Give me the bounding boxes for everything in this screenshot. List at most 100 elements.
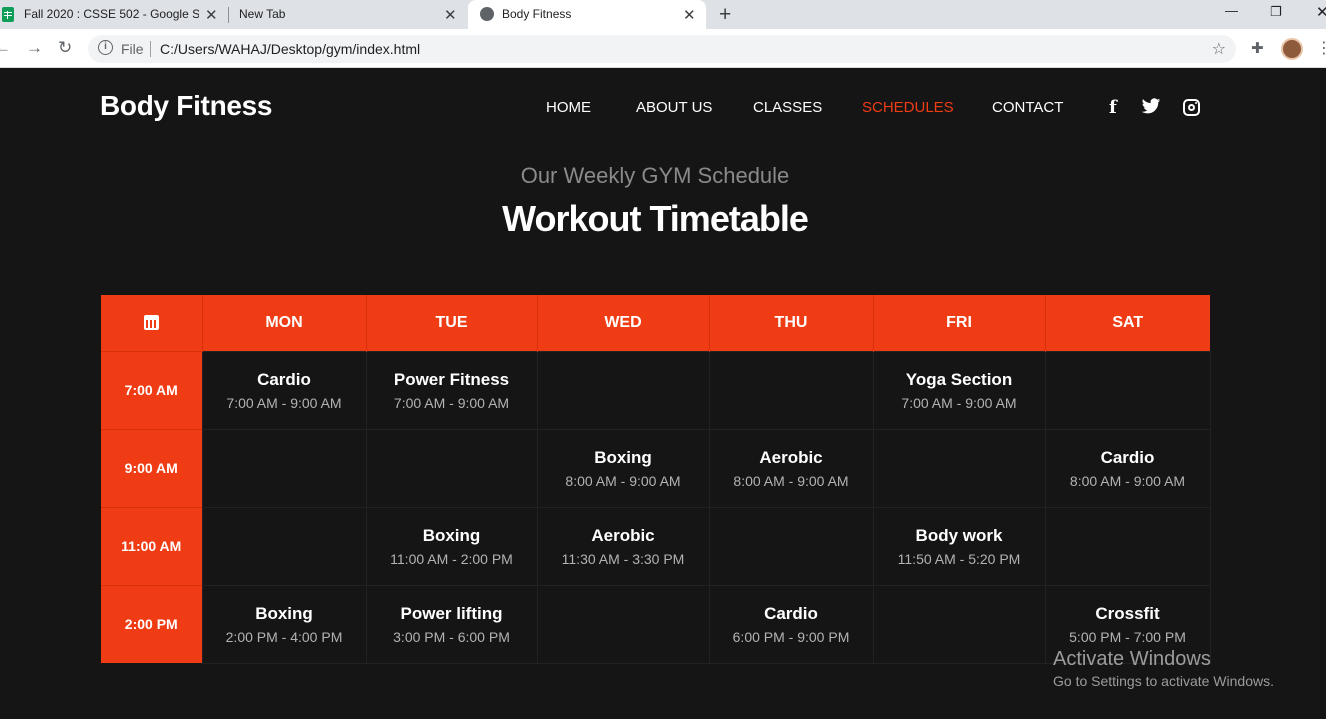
url-text[interactable]: C:/Users/WAHAJ/Desktop/gym/index.html [160, 41, 420, 57]
class-time: 8:00 AM - 9:00 AM [565, 472, 681, 489]
day-header-sat: SAT [1045, 295, 1210, 351]
menu-kebab-icon[interactable]: ⋮ [1316, 38, 1326, 58]
schedule-cell-empty [1044, 350, 1211, 430]
calendar-icon [143, 315, 159, 331]
class-name: Cardio [1100, 447, 1155, 467]
time-slot-cell: 11:00 AM [101, 506, 202, 585]
class-time: 8:00 AM - 9:00 AM [733, 472, 849, 489]
back-arrow-icon[interactable]: ← [0, 38, 11, 58]
activate-windows-subtitle: Go to Settings to activate Windows. [1053, 673, 1274, 689]
nav-home[interactable]: HOME [546, 99, 591, 116]
tab-title: New Tab [239, 7, 286, 21]
class-name: Boxing [594, 447, 652, 467]
day-header-thu: THU [709, 295, 874, 351]
schedule-cell[interactable]: Cardio 6:00 PM - 9:00 PM [708, 584, 874, 664]
schedule-cell-empty [708, 506, 874, 586]
class-name: Boxing [255, 603, 313, 623]
schedule-cell-empty [872, 428, 1046, 508]
day-header-tue: TUE [366, 295, 538, 351]
schedule-cell[interactable]: Aerobic 11:30 AM - 3:30 PM [536, 506, 710, 586]
table-header-row: MON TUE WED THU FRI SAT [101, 295, 1210, 351]
browser-tab-strip: Fall 2020 : CSSE 502 - Google She ✕ New … [0, 0, 1326, 29]
profile-avatar[interactable] [1281, 38, 1303, 60]
tab-google-sheets[interactable]: Fall 2020 : CSSE 502 - Google She ✕ [0, 0, 226, 29]
bookmark-star-icon[interactable]: ☆ [1212, 39, 1226, 59]
class-name: Crossfit [1095, 603, 1160, 623]
schedule-cell[interactable]: Boxing 8:00 AM - 9:00 AM [536, 428, 710, 508]
schedule-cell[interactable]: Body work 11:50 AM - 5:20 PM [872, 506, 1046, 586]
class-time: 7:00 AM - 9:00 AM [226, 394, 342, 411]
table-row: 7:00 AM Cardio 7:00 AM - 9:00 AM Power Fi… [101, 350, 1211, 430]
class-name: Cardio [764, 603, 818, 623]
schedule-cell[interactable]: Power Fitness 7:00 AM - 9:00 AM [365, 350, 538, 430]
site-logo[interactable]: Body Fitness [100, 90, 273, 122]
day-header-fri: FRI [873, 295, 1046, 351]
class-time: 7:00 AM - 9:00 AM [901, 394, 1017, 411]
time-slot-cell: 9:00 AM [101, 428, 202, 507]
schedule-table: MON TUE WED THU FRI SAT 7:00 AM Cardio 7:… [101, 295, 1211, 664]
nav-about-us[interactable]: ABOUT US [636, 99, 712, 116]
class-name: Boxing [422, 525, 481, 545]
schedule-cell-empty [536, 584, 710, 664]
schedule-cell[interactable]: Boxing 2:00 PM - 4:00 PM [201, 584, 367, 664]
close-window-icon[interactable]: ✕ [1316, 3, 1326, 21]
extensions-puzzle-icon[interactable]: ✚ [1251, 39, 1264, 57]
class-name: Cardio [257, 369, 311, 389]
schedule-cell[interactable]: Cardio 8:00 AM - 9:00 AM [1044, 428, 1211, 508]
nav-schedules[interactable]: SCHEDULES [862, 99, 954, 116]
class-name: Yoga Section [905, 369, 1013, 389]
tab-new-tab[interactable]: New Tab ✕ [229, 0, 466, 29]
class-time: 5:00 PM - 7:00 PM [1069, 628, 1186, 645]
reload-icon[interactable]: ↻ [58, 38, 72, 58]
new-tab-plus-icon[interactable]: + [719, 3, 731, 27]
scheme-label: File [121, 41, 144, 57]
table-row: 9:00 AM Boxing 8:00 AM - 9:00 AM Aerobic 8… [101, 428, 1211, 508]
tab-title: Fall 2020 : CSSE 502 - Google She [24, 7, 199, 21]
class-time: 8:00 AM - 9:00 AM [1069, 472, 1186, 489]
address-bar[interactable]: i File C:/Users/WAHAJ/Desktop/gym/index.… [88, 35, 1236, 63]
schedule-cell-empty [872, 584, 1046, 664]
schedule-cell[interactable]: Yoga Section 7:00 AM - 9:00 AM [872, 350, 1046, 430]
class-time: 2:00 PM - 4:00 PM [225, 628, 343, 645]
schedule-cell[interactable]: Aerobic 8:00 AM - 9:00 AM [708, 428, 874, 508]
browser-toolbar: ← → ↻ i File C:/Users/WAHAJ/Desktop/gym/… [0, 29, 1326, 68]
nav-contact[interactable]: CONTACT [992, 99, 1063, 116]
calendar-header-cell [101, 295, 203, 351]
section-title: Workout Timetable [502, 198, 809, 239]
address-divider [150, 41, 151, 57]
sheets-icon [2, 7, 14, 22]
day-header-mon: MON [202, 295, 367, 351]
class-time: 3:00 PM - 6:00 PM [393, 628, 510, 645]
info-icon[interactable]: i [98, 40, 113, 55]
tab-body-fitness[interactable]: Body Fitness ✕ [468, 0, 706, 29]
activate-windows-title: Activate Windows [1053, 648, 1211, 670]
table-row: 11:00 AM Boxing 11:00 AM - 2:00 PM Aerobi… [101, 506, 1211, 586]
time-slot-cell: 2:00 PM [101, 584, 202, 663]
instagram-icon[interactable] [1183, 99, 1200, 116]
schedule-cell-empty [1044, 506, 1211, 586]
close-icon[interactable]: ✕ [444, 6, 457, 24]
class-time: 7:00 AM - 9:00 AM [393, 394, 510, 411]
restore-icon[interactable]: ❐ [1270, 4, 1282, 20]
nav-classes[interactable]: CLASSES [753, 99, 822, 116]
facebook-icon[interactable]: f [1109, 97, 1117, 118]
forward-arrow-icon[interactable]: → [26, 38, 43, 58]
time-slot-cell: 7:00 AM [101, 350, 202, 429]
section-subtitle: Our Weekly GYM Schedule [520, 163, 790, 188]
class-name: Power lifting [400, 603, 503, 623]
schedule-cell-empty [201, 506, 367, 586]
schedule-cell-empty [365, 428, 538, 508]
class-time: 11:00 AM - 2:00 PM [390, 550, 513, 567]
class-name: Aerobic [591, 525, 655, 545]
twitter-icon[interactable] [1141, 98, 1161, 120]
class-name: Aerobic [759, 447, 823, 467]
close-icon[interactable]: ✕ [683, 6, 696, 24]
close-icon[interactable]: ✕ [205, 6, 218, 24]
class-name: Body work [915, 525, 1003, 545]
schedule-cell-empty [708, 350, 874, 430]
day-header-wed: WED [537, 295, 710, 351]
schedule-cell[interactable]: Power lifting 3:00 PM - 6:00 PM [365, 584, 538, 664]
schedule-cell[interactable]: Cardio 7:00 AM - 9:00 AM [201, 350, 367, 430]
minimize-icon[interactable]: — [1225, 3, 1238, 18]
schedule-cell[interactable]: Boxing 11:00 AM - 2:00 PM [365, 506, 538, 586]
